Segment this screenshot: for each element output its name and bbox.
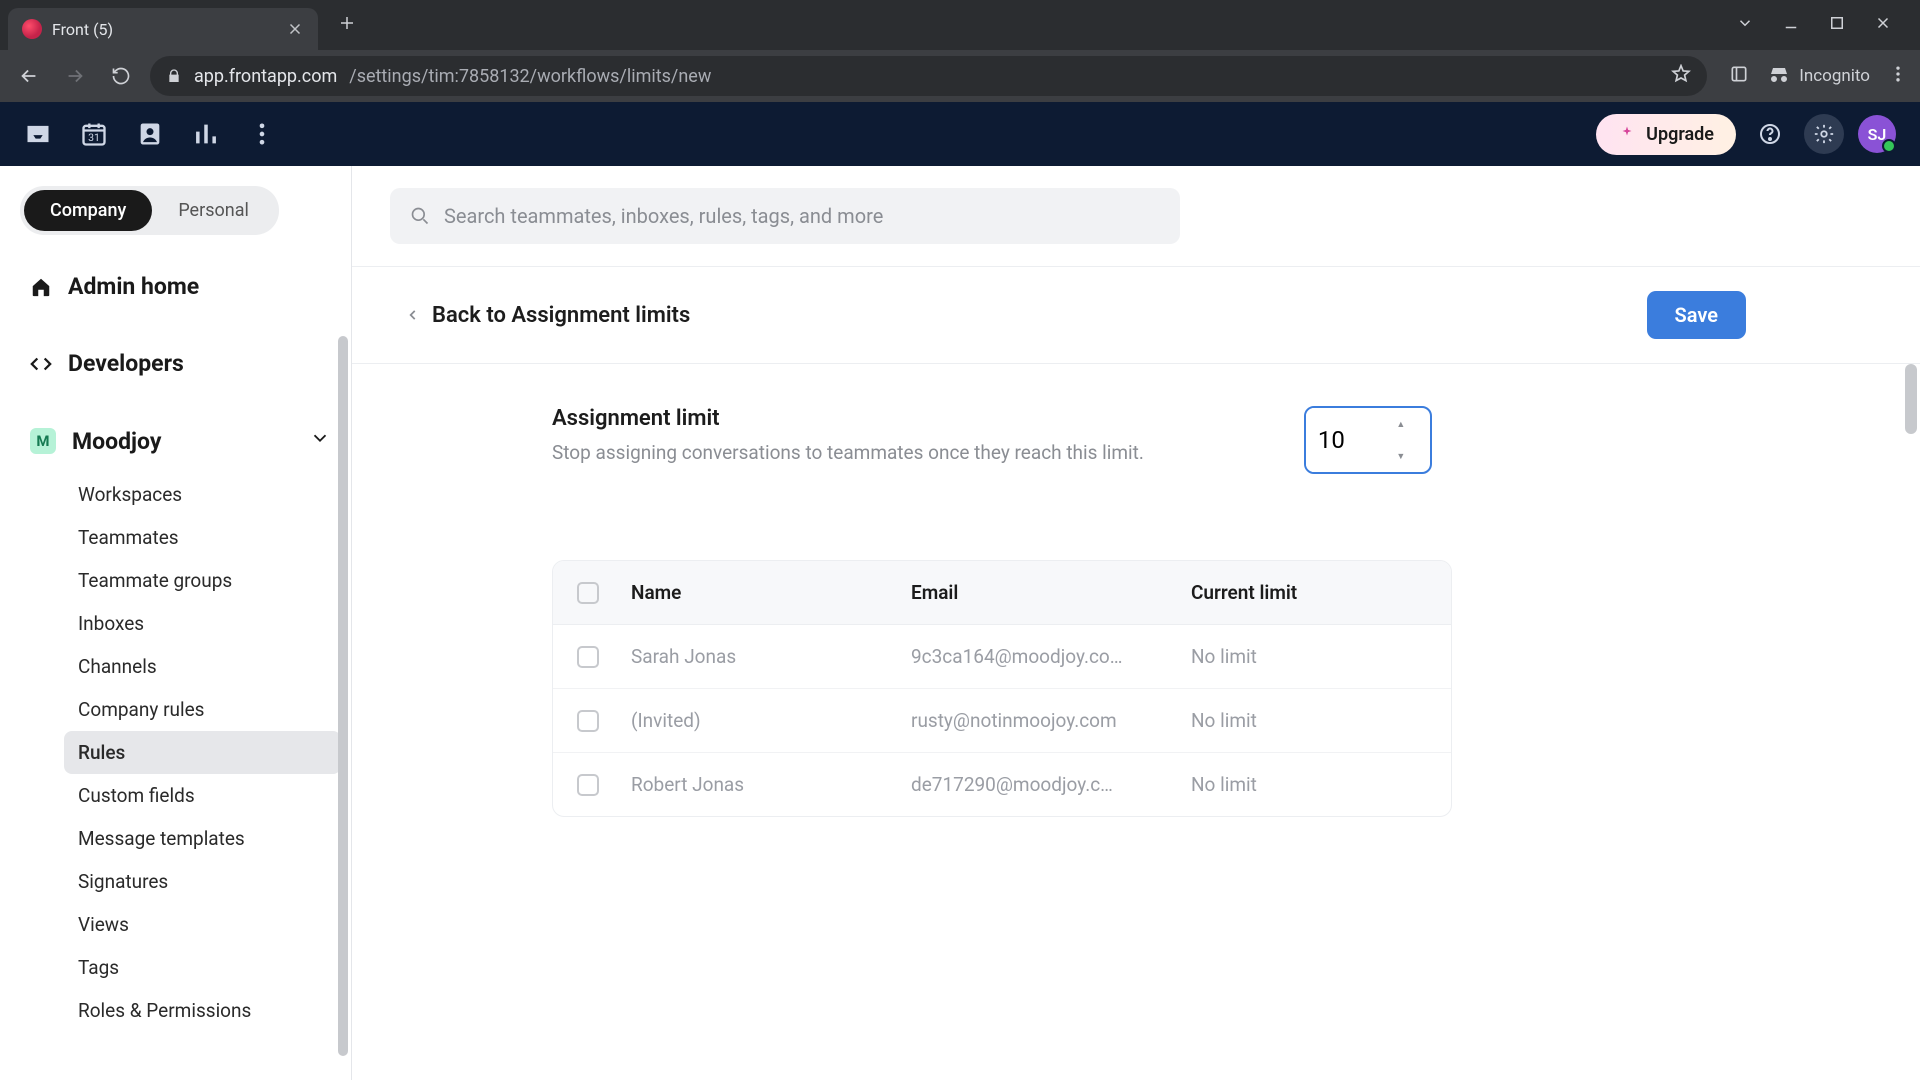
avatar[interactable]: SJ — [1858, 115, 1896, 153]
sidebar-admin-home[interactable]: Admin home — [20, 261, 341, 312]
star-icon[interactable] — [1671, 64, 1691, 89]
col-email: Email — [911, 581, 1191, 604]
kebab-menu-icon[interactable] — [1888, 64, 1908, 88]
close-tab-icon[interactable] — [286, 20, 304, 38]
sidebar-item[interactable]: Teammates — [64, 516, 341, 559]
back-icon[interactable] — [12, 59, 46, 93]
teammates-table: Name Email Current limit Sarah Jonas9c3c… — [552, 560, 1452, 817]
sidebar-item[interactable]: Inboxes — [64, 602, 341, 645]
forward-icon[interactable] — [58, 59, 92, 93]
scope-company[interactable]: Company — [24, 190, 152, 231]
settings-icon[interactable] — [1804, 114, 1844, 154]
inbox-icon[interactable] — [24, 120, 52, 148]
sidebar-item[interactable]: Teammate groups — [64, 559, 341, 602]
sidebar-item[interactable]: Views — [64, 903, 341, 946]
sidebar-item[interactable]: Channels — [64, 645, 341, 688]
cell-name: Sarah Jonas — [631, 645, 911, 668]
sidebar-item[interactable]: Message templates — [64, 817, 341, 860]
cell-email: 9c3ca164@moodjoy.co… — [911, 645, 1191, 668]
cell-limit: No limit — [1191, 645, 1437, 668]
sidebar-item[interactable]: Custom fields — [64, 774, 341, 817]
svg-text:31: 31 — [88, 131, 100, 144]
minimize-icon[interactable] — [1782, 14, 1800, 36]
tab-bar: Front (5) — [0, 0, 1920, 50]
sidebar-developers[interactable]: Developers — [20, 338, 341, 389]
app-topnav: 31 Upgrade SJ — [0, 102, 1920, 166]
sidebar-item[interactable]: Workspaces — [64, 473, 341, 516]
cell-name: (Invited) — [631, 709, 911, 732]
tab-title: Front (5) — [52, 20, 276, 39]
extensions-icon[interactable] — [1729, 64, 1749, 88]
scope-toggle: Company Personal — [20, 186, 279, 235]
search-icon — [410, 206, 430, 226]
sidebar: Company Personal Admin home Developers M… — [0, 166, 352, 1080]
chevron-left-icon — [406, 308, 420, 322]
cell-name: Robert Jonas — [631, 773, 911, 796]
sidebar-item[interactable]: Company rules — [64, 688, 341, 731]
sidebar-workspace[interactable]: M Moodjoy — [20, 415, 341, 467]
cell-limit: No limit — [1191, 709, 1437, 732]
sparkle-icon — [1618, 125, 1636, 143]
stepper-down-icon[interactable]: ▼ — [1388, 440, 1414, 472]
upgrade-button[interactable]: Upgrade — [1596, 114, 1736, 155]
browser-chrome: Front (5) app.frontapp.com/settings/tim:… — [0, 0, 1920, 102]
col-name: Name — [631, 581, 911, 604]
table-row[interactable]: (Invited)rusty@notinmoojoy.comNo limit — [553, 688, 1451, 752]
search-placeholder: Search teammates, inboxes, rules, tags, … — [444, 204, 883, 228]
select-all-checkbox[interactable] — [577, 582, 599, 604]
limit-input[interactable] — [1306, 408, 1388, 472]
back-link[interactable]: Back to Assignment limits — [406, 303, 690, 328]
close-window-icon[interactable] — [1874, 14, 1892, 36]
url-field[interactable]: app.frontapp.com/settings/tim:7858132/wo… — [150, 56, 1707, 96]
lock-icon — [166, 68, 182, 84]
sidebar-item[interactable]: Tags — [64, 946, 341, 989]
save-button[interactable]: Save — [1647, 291, 1746, 339]
chevron-down-icon[interactable] — [1736, 14, 1754, 36]
scope-personal[interactable]: Personal — [152, 190, 275, 231]
sidebar-scrollbar[interactable] — [338, 336, 348, 1056]
section-title: Assignment limit — [552, 406, 1144, 431]
url-path: /settings/tim:7858132/workflows/limits/n… — [349, 66, 711, 87]
limit-stepper[interactable]: ▲ ▼ — [1304, 406, 1432, 474]
calendar-icon[interactable]: 31 — [80, 120, 108, 148]
cell-limit: No limit — [1191, 773, 1437, 796]
sidebar-item[interactable]: Roles & Permissions — [64, 989, 341, 1032]
sidebar-item[interactable]: Signatures — [64, 860, 341, 903]
table-row[interactable]: Sarah Jonas9c3ca164@moodjoy.co…No limit — [553, 625, 1451, 688]
row-checkbox[interactable] — [577, 710, 599, 732]
cell-email: rusty@notinmoojoy.com — [911, 709, 1191, 732]
content-scrollbar[interactable] — [1905, 364, 1917, 434]
workspace-badge: M — [30, 428, 56, 454]
chevron-down-icon — [309, 427, 331, 455]
search-input[interactable]: Search teammates, inboxes, rules, tags, … — [390, 188, 1180, 244]
incognito-indicator[interactable]: Incognito — [1767, 64, 1870, 88]
home-icon — [30, 276, 52, 298]
favicon-icon — [22, 19, 42, 39]
section-description: Stop assigning conversations to teammate… — [552, 441, 1144, 464]
browser-tab[interactable]: Front (5) — [8, 8, 318, 50]
row-checkbox[interactable] — [577, 646, 599, 668]
help-icon[interactable] — [1750, 114, 1790, 154]
analytics-icon[interactable] — [192, 120, 220, 148]
row-checkbox[interactable] — [577, 774, 599, 796]
contacts-icon[interactable] — [136, 120, 164, 148]
window-controls — [1716, 14, 1912, 36]
col-limit: Current limit — [1191, 581, 1437, 604]
url-host: app.frontapp.com — [194, 66, 337, 87]
more-icon[interactable] — [248, 120, 276, 148]
reload-icon[interactable] — [104, 59, 138, 93]
address-bar: app.frontapp.com/settings/tim:7858132/wo… — [0, 50, 1920, 102]
maximize-icon[interactable] — [1828, 14, 1846, 36]
new-tab-button[interactable] — [330, 6, 364, 44]
cell-email: de717290@moodjoy.c… — [911, 773, 1191, 796]
stepper-up-icon[interactable]: ▲ — [1388, 408, 1414, 440]
sidebar-item[interactable]: Rules — [64, 731, 341, 774]
table-row[interactable]: Robert Jonasde717290@moodjoy.c…No limit — [553, 752, 1451, 816]
code-icon — [30, 353, 52, 375]
